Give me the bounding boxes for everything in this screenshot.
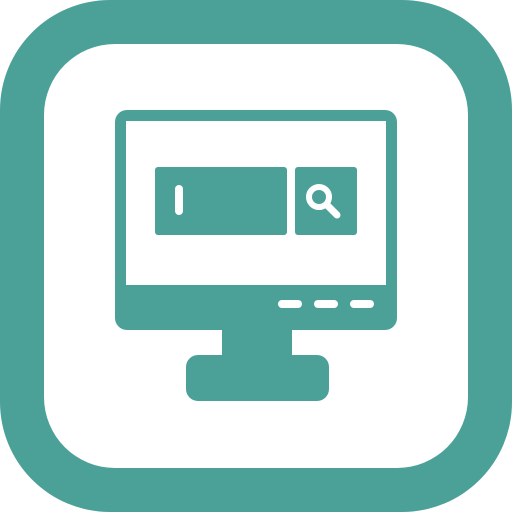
search-bar xyxy=(155,167,357,235)
search-input-field xyxy=(155,167,287,235)
indicator-dash xyxy=(278,300,302,308)
text-cursor-icon xyxy=(175,185,183,215)
indicator-dash xyxy=(314,300,338,308)
indicator-dash xyxy=(350,300,374,308)
monitor-stand xyxy=(186,355,329,401)
monitor-search-app-icon xyxy=(0,0,512,512)
status-dash-indicators xyxy=(278,300,374,308)
monitor-icon xyxy=(115,110,397,401)
rounded-square-frame xyxy=(0,0,512,512)
monitor-neck xyxy=(222,328,292,358)
app-icon xyxy=(0,0,512,512)
